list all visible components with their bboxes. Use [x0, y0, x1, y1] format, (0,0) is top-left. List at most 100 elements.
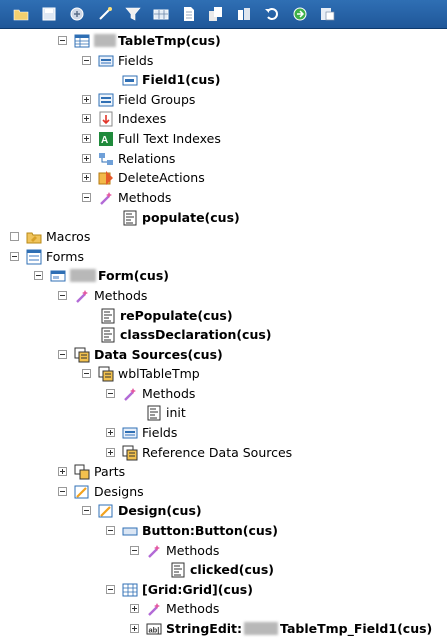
- expand-toggle[interactable]: [106, 448, 115, 457]
- field-groups-icon: [98, 92, 114, 108]
- collapse-toggle[interactable]: [82, 193, 91, 202]
- node-label: Methods: [118, 189, 172, 205]
- grid-icon[interactable]: [152, 5, 170, 23]
- expand-toggle[interactable]: [82, 114, 91, 123]
- methods-icon: [122, 386, 138, 402]
- tree-node-string-edit[interactable]: ab| StringEdit: TableTmp_Field1(cus): [130, 619, 432, 638]
- tree-node-populate[interactable]: populate(cus): [122, 208, 240, 227]
- tree-node-form-methods[interactable]: Methods: [58, 286, 147, 305]
- tree-node-parts[interactable]: Parts: [58, 462, 125, 481]
- collapse-toggle[interactable]: [58, 487, 67, 496]
- node-label: Button:Button(cus): [142, 522, 278, 538]
- document-icon[interactable]: [180, 5, 198, 23]
- node-label: DeleteActions: [118, 169, 205, 185]
- tree-node-delete-actions[interactable]: DeleteActions: [82, 168, 205, 187]
- open-folder-icon[interactable]: [12, 5, 30, 23]
- data-sources-icon: [74, 347, 90, 363]
- tree-node-button-methods[interactable]: Methods: [130, 541, 219, 560]
- tree-node-wbl-table-tmp[interactable]: wblTableTmp: [82, 364, 200, 383]
- expand-toggle[interactable]: [58, 467, 67, 476]
- node-label: populate(cus): [142, 209, 240, 225]
- collapse-toggle[interactable]: [58, 291, 67, 300]
- undo-icon[interactable]: [263, 5, 281, 23]
- collapse-toggle[interactable]: [58, 36, 67, 45]
- tree-node-fields[interactable]: Fields: [82, 51, 153, 70]
- table-icon: [74, 33, 90, 49]
- tree-node-reference-data-sources[interactable]: Reference Data Sources: [106, 443, 292, 462]
- field-icon: [122, 72, 138, 88]
- methods-icon: [98, 190, 114, 206]
- fields-icon: [98, 53, 114, 69]
- node-label: init: [166, 404, 186, 420]
- node-label: Relations: [118, 150, 176, 166]
- expand-toggle[interactable]: [130, 604, 139, 613]
- node-label: Indexes: [118, 110, 167, 126]
- tree-node-data-sources[interactable]: Data Sources(cus): [58, 345, 223, 364]
- tree-node-ds-methods[interactable]: Methods: [106, 384, 195, 403]
- tree-node-button[interactable]: Button:Button(cus): [106, 521, 278, 540]
- project-icon[interactable]: [319, 5, 337, 23]
- tree-node-macros[interactable]: Macros: [10, 227, 90, 246]
- node-label: TableTmp(cus): [118, 32, 221, 48]
- tree-node-designs[interactable]: Designs: [58, 482, 144, 501]
- expand-toggle[interactable]: [10, 232, 19, 241]
- tree-node-table-tmp[interactable]: TableTmp(cus): [58, 31, 221, 50]
- form-icon: [50, 268, 66, 284]
- node-label-suffix: TableTmp_Field1(cus): [280, 620, 433, 636]
- method-code-icon: [146, 405, 162, 421]
- node-label: Methods: [166, 600, 220, 616]
- methods-icon: [146, 543, 162, 559]
- full-text-index-icon: A: [98, 131, 114, 147]
- expand-toggle[interactable]: [82, 134, 91, 143]
- tree-node-grid-methods[interactable]: Methods: [130, 599, 219, 618]
- collapse-toggle[interactable]: [82, 506, 91, 515]
- node-label: Design(cus): [118, 502, 202, 518]
- node-label: Parts: [94, 463, 126, 479]
- tree-node-clicked[interactable]: clicked(cus): [170, 560, 274, 579]
- redacted-segment: [244, 622, 279, 635]
- tree-node-grid[interactable]: [Grid:Grid](cus): [106, 580, 253, 599]
- refresh-icon[interactable]: [291, 5, 309, 23]
- tree-node-design[interactable]: Design(cus): [82, 501, 202, 520]
- filter-icon[interactable]: [124, 5, 142, 23]
- tree-node-class-declaration[interactable]: classDeclaration(cus): [100, 325, 272, 344]
- collapse-toggle[interactable]: [106, 389, 115, 398]
- expand-toggle[interactable]: [130, 624, 139, 633]
- save-icon[interactable]: [40, 5, 58, 23]
- wizard-icon[interactable]: [96, 5, 114, 23]
- tree-node-init[interactable]: init: [146, 403, 186, 422]
- tree-node-form[interactable]: Form(cus): [34, 266, 169, 285]
- tree-node-field1[interactable]: Field1(cus): [122, 70, 220, 89]
- methods-icon: [74, 288, 90, 304]
- tree-node-field-groups[interactable]: Field Groups: [82, 90, 195, 109]
- tree-node-repopulate[interactable]: rePopulate(cus): [100, 306, 233, 325]
- macros-icon: [26, 229, 42, 245]
- collapse-toggle[interactable]: [106, 585, 115, 594]
- collapse-toggle[interactable]: [106, 526, 115, 535]
- tree-node-forms[interactable]: Forms: [10, 247, 84, 266]
- collapse-toggle[interactable]: [130, 546, 139, 555]
- tree-node-full-text-indexes[interactable]: A Full Text Indexes: [82, 129, 221, 148]
- expand-toggle[interactable]: [82, 173, 91, 182]
- expand-toggle[interactable]: [82, 154, 91, 163]
- collapse-toggle[interactable]: [10, 252, 19, 261]
- collapse-toggle[interactable]: [82, 369, 91, 378]
- properties-icon[interactable]: [235, 5, 253, 23]
- expand-toggle[interactable]: [82, 95, 91, 104]
- tree-node-relations[interactable]: Relations: [82, 149, 175, 168]
- collapse-toggle[interactable]: [58, 350, 67, 359]
- fields-icon: [122, 425, 138, 441]
- collapse-toggle[interactable]: [82, 56, 91, 65]
- node-label: Methods: [166, 542, 220, 558]
- node-label: [Grid:Grid](cus): [142, 581, 253, 597]
- tree-node-ds-fields[interactable]: Fields: [106, 423, 177, 442]
- compile-icon[interactable]: [68, 5, 86, 23]
- tree-node-methods[interactable]: Methods: [82, 188, 171, 207]
- collapse-toggle[interactable]: [34, 271, 43, 280]
- node-label: rePopulate(cus): [120, 307, 233, 323]
- node-label: Designs: [94, 483, 144, 499]
- aot-tree: TableTmp(cus) Fields Field1(cus) Field G…: [0, 28, 447, 640]
- tree-node-indexes[interactable]: Indexes: [82, 109, 166, 128]
- layers-icon[interactable]: [207, 5, 225, 23]
- expand-toggle[interactable]: [106, 428, 115, 437]
